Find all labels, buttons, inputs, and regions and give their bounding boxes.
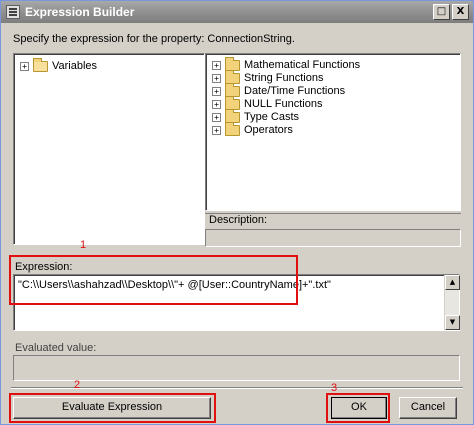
maximize-button[interactable]: □ <box>433 4 450 20</box>
variables-tree[interactable]: + Variables <box>13 53 205 245</box>
cancel-button[interactable]: Cancel <box>399 397 457 419</box>
app-icon <box>6 5 20 19</box>
close-button[interactable]: X <box>452 4 469 20</box>
tree-item-label: Variables <box>52 60 98 72</box>
description-box <box>205 229 461 247</box>
scroll-up-icon[interactable]: ▲ <box>445 275 460 290</box>
annotation-number-1: 1 <box>80 239 87 251</box>
tree-item-label: Operators <box>244 124 293 136</box>
annotation-number-2: 2 <box>74 379 81 391</box>
expression-builder-dialog: Expression Builder □ X Specify the expre… <box>0 0 474 425</box>
window-title: Expression Builder <box>25 5 135 19</box>
evaluated-value-box <box>13 355 460 381</box>
tree-item-variables[interactable]: + Variables <box>20 57 98 74</box>
expand-icon[interactable]: + <box>212 125 221 135</box>
expand-icon[interactable]: + <box>212 112 221 122</box>
annotation-box-evaluate <box>9 393 216 423</box>
annotation-box-expression <box>9 255 298 305</box>
evaluated-value-label: Evaluated value: <box>15 342 97 354</box>
functions-tree[interactable]: + Mathematical Functions + String Functi… <box>205 53 461 211</box>
title-bar[interactable]: Expression Builder □ X <box>1 1 473 23</box>
description-label: Description: <box>205 213 461 228</box>
scroll-down-icon[interactable]: ▼ <box>445 315 460 330</box>
property-prompt: Specify the expression for the property:… <box>13 33 295 45</box>
folder-open-icon <box>33 57 48 72</box>
annotation-number-3: 3 <box>331 382 338 394</box>
expand-icon[interactable]: + <box>212 86 221 96</box>
expression-scrollbar[interactable]: ▲ ▼ <box>444 275 460 330</box>
expand-icon[interactable]: + <box>212 73 221 83</box>
expand-icon[interactable]: + <box>20 61 29 71</box>
tree-item-operators[interactable]: + Operators <box>212 121 293 138</box>
folder-icon <box>225 121 240 136</box>
expand-icon[interactable]: + <box>212 60 221 70</box>
annotation-box-ok <box>326 393 390 423</box>
expand-icon[interactable]: + <box>212 99 221 109</box>
